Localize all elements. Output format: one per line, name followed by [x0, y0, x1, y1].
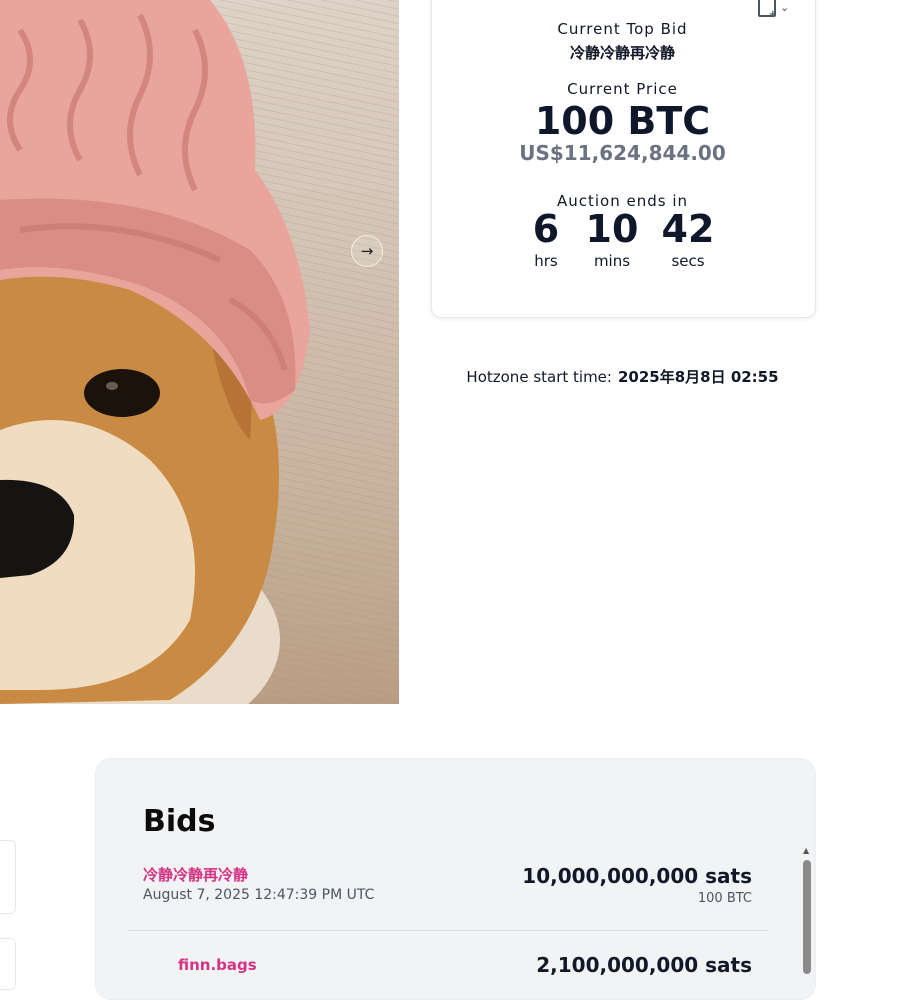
countdown-minutes: 10 mins	[577, 210, 647, 270]
bids-title: Bids	[143, 804, 216, 839]
current-price: 100 BTC	[534, 99, 711, 143]
scroll-up-arrow-icon[interactable]: ▲	[803, 846, 809, 855]
arrow-right-icon: →	[360, 242, 374, 260]
next-image-button[interactable]: →	[351, 235, 383, 267]
bid-amount-sats: 10,000,000,000 sats	[522, 864, 752, 888]
countdown-seconds-unit: secs	[671, 252, 705, 270]
countdown-hours-unit: hrs	[534, 252, 558, 270]
countdown-hours-value: 6	[532, 207, 560, 251]
side-panel-edge	[0, 840, 16, 914]
countdown-hours: 6 hrs	[511, 210, 581, 270]
bid-amount-btc: 100 BTC	[697, 891, 752, 906]
bidder-name[interactable]: 冷静冷静再冷静	[143, 864, 248, 885]
countdown-minutes-unit: mins	[593, 252, 631, 270]
chevron-down-icon: ⌄	[780, 0, 790, 14]
countdown-seconds-value: 42	[661, 207, 715, 251]
top-bid-label: Current Top Bid	[557, 20, 688, 38]
shiba-in-hat-illustration	[0, 0, 310, 704]
hotzone-label: Hotzone start time:	[466, 368, 612, 386]
top-bidder-name[interactable]: 冷静冷静再冷静	[431, 42, 814, 63]
hotzone-start-time: Hotzone start time: 2025年8月8日 02:55	[431, 366, 814, 387]
bids-scrollbar-thumb[interactable]	[803, 860, 811, 974]
nft-artwork-image	[0, 0, 399, 704]
side-panel-edge	[0, 938, 16, 990]
calendar-add-icon	[758, 0, 777, 20]
add-to-calendar-button[interactable]: ⌄	[758, 0, 790, 20]
bid-time: August 7, 2025 12:47:39 PM UTC	[143, 887, 375, 903]
countdown-minutes-value: 10	[585, 207, 639, 251]
bid-divider	[128, 930, 768, 931]
current-price-usd: US$11,624,844.00	[519, 141, 726, 165]
hotzone-value: 2025年8月8日 02:55	[617, 368, 779, 386]
current-price-label: Current Price	[567, 80, 678, 98]
bid-amount-sats: 2,100,000,000 sats	[536, 953, 752, 977]
dog-eye	[84, 369, 160, 417]
dog-eye-shine	[106, 382, 118, 390]
countdown-seconds: 42 secs	[653, 210, 723, 270]
bidder-name[interactable]: finn.bags	[178, 956, 257, 974]
